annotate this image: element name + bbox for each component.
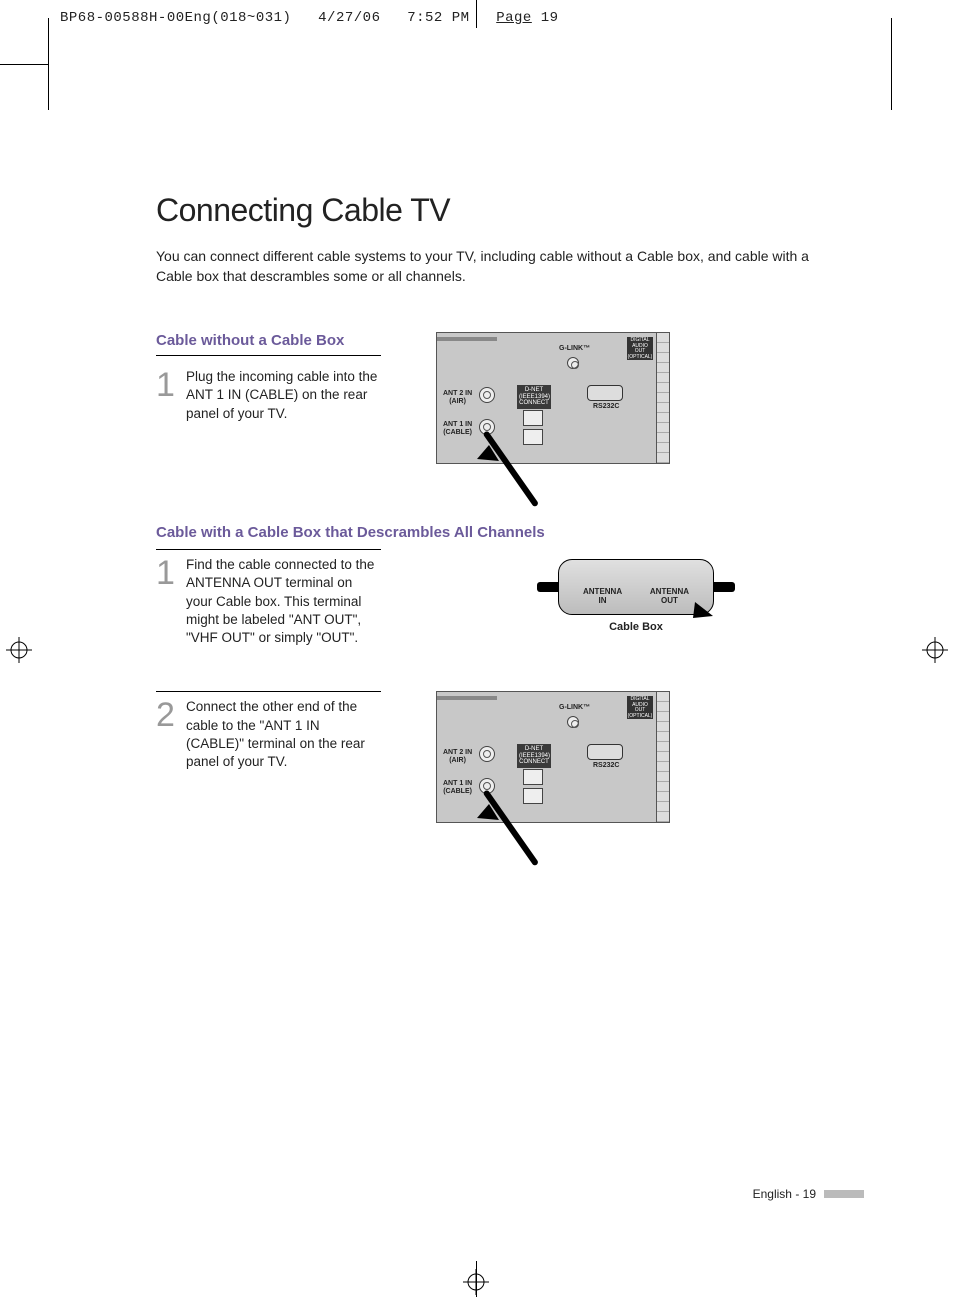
rs232-port-icon [587, 744, 623, 760]
page-footer: English - 19 [753, 1187, 864, 1201]
crop-mark [48, 18, 49, 110]
cable-plug-icon [713, 582, 735, 592]
step-number: 2 [156, 698, 186, 732]
ant2-label: ANT 2 IN (AIR) [443, 749, 472, 764]
dnet-jack-icon [523, 769, 543, 785]
step-1: 1 Plug the incoming cable into the ANT 1… [156, 362, 381, 423]
step-text: Plug the incoming cable into the ANT 1 I… [186, 368, 381, 423]
arrow-icon [467, 792, 507, 832]
arrow-icon [689, 596, 719, 626]
cable-box-caption: Cable Box [436, 621, 836, 633]
document-header-meta: BP68-00588H-00Eng(018~031) 4/27/06 7:52 … [60, 10, 559, 26]
file-time: 7:52 PM [407, 10, 469, 26]
antenna-in-label: ANTENNA IN [583, 588, 622, 606]
section-heading: Cable without a Cable Box [156, 332, 381, 356]
step-1: 1 Find the cable connected to the ANTENN… [156, 549, 381, 647]
section-cable-without-box: Cable without a Cable Box 1 Plug the inc… [156, 332, 836, 464]
page-number-footer: English - 19 [753, 1187, 816, 1201]
step-text: Find the cable connected to the ANTENNA … [186, 556, 381, 647]
page-number-header: 19 [541, 10, 559, 26]
step-2: 2 Connect the other end of the cable to … [156, 691, 381, 771]
step-number: 1 [156, 556, 186, 590]
rs232-label: RS232C [593, 762, 619, 770]
glink-jack-icon [567, 357, 579, 369]
crop-mark [891, 18, 892, 110]
tv-rear-panel-diagram: DIGITAL AUDIO OUT (OPTICAL) ANT 2 IN (AI… [436, 332, 670, 464]
dnet-label: D-NET (IEEE1394) CONNECT [517, 385, 551, 409]
section-heading: Cable with a Cable Box that Descrambles … [156, 524, 836, 545]
rs232-port-icon [587, 385, 623, 401]
glink-label: G-LINK™ [559, 345, 590, 353]
dnet-jack-icon [523, 429, 543, 445]
page-title: Connecting Cable TV [156, 192, 836, 229]
glink-jack-icon [567, 716, 579, 728]
file-code: BP68-00588H-00Eng(018~031) [60, 10, 291, 26]
glink-label: G-LINK™ [559, 704, 590, 712]
step-number: 1 [156, 368, 186, 402]
dnet-jack-icon [523, 788, 543, 804]
page-bar-icon [824, 1190, 864, 1198]
rs232-label: RS232C [593, 403, 619, 411]
optical-label: DIGITAL AUDIO OUT (OPTICAL) [627, 337, 653, 360]
dnet-label: D-NET (IEEE1394) CONNECT [517, 744, 551, 768]
crop-mark [0, 64, 48, 65]
registration-mark-icon [6, 637, 32, 663]
arrow-icon [467, 433, 507, 473]
ant2-label: ANT 2 IN (AIR) [443, 390, 472, 405]
tv-rear-panel-diagram: DIGITAL AUDIO OUT (OPTICAL) ANT 2 IN (AI… [436, 691, 670, 823]
registration-mark-icon [463, 1269, 489, 1295]
page-label: Page [496, 10, 532, 26]
file-date: 4/27/06 [318, 10, 380, 26]
optical-label: DIGITAL AUDIO OUT (OPTICAL) [627, 696, 653, 719]
intro-paragraph: You can connect different cable systems … [156, 247, 836, 286]
step-text: Connect the other end of the cable to th… [186, 698, 381, 771]
registration-mark-icon [922, 637, 948, 663]
ant2-jack-icon [479, 387, 495, 403]
antenna-out-label: ANTENNA OUT [650, 588, 689, 606]
cable-plug-icon [537, 582, 559, 592]
dnet-jack-icon [523, 410, 543, 426]
cable-box-diagram: ANTENNA IN ANTENNA OUT [558, 559, 714, 615]
ant2-jack-icon [479, 746, 495, 762]
section-cable-with-box: Cable with a Cable Box that Descrambles … [156, 524, 836, 823]
page-content: Connecting Cable TV You can connect diff… [156, 192, 836, 853]
